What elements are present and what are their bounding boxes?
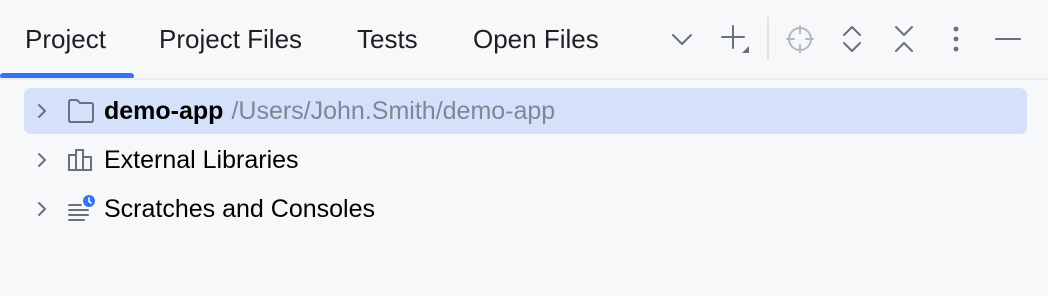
chevron-down-icon[interactable] [662,17,702,61]
project-name: demo-app [104,97,224,125]
tab-open-files[interactable]: Open Files [473,0,599,78]
library-icon [68,149,92,171]
tree-node-scratches-and-consoles[interactable]: Scratches and Consoles [24,186,1027,232]
minimize-icon[interactable] [988,17,1028,61]
more-options-icon[interactable] [936,17,976,61]
toolbar-separator [767,17,769,59]
tab-tests[interactable]: Tests [357,0,418,78]
tree-node-label: External Libraries [104,146,299,174]
header-divider [0,78,1048,80]
project-path: /Users/John.Smith/demo-app [231,97,556,125]
add-icon[interactable] [715,17,755,61]
locate-icon[interactable] [780,17,820,61]
expand-all-icon[interactable] [832,17,872,61]
tree-node-label: demo-app/Users/John.Smith/demo-app [104,88,555,134]
chevron-right-icon[interactable] [32,150,52,170]
chevron-right-icon[interactable] [32,199,52,219]
tab-project-files[interactable]: Project Files [159,0,302,78]
chevron-right-icon[interactable] [32,101,52,121]
scratches-icon [68,195,95,221]
tree-node-label: Scratches and Consoles [104,195,375,223]
tree-node-demo-app[interactable]: demo-app/Users/John.Smith/demo-app [24,88,1027,134]
tree-node-external-libraries[interactable]: External Libraries [24,137,1027,183]
project-tool-window: Project Project Files Tests Open Files d… [0,0,1048,296]
collapse-all-icon[interactable] [884,17,924,61]
tool-window-header: Project Project Files Tests Open Files [0,0,1048,79]
folder-icon [68,99,94,123]
tab-project[interactable]: Project [25,0,106,78]
